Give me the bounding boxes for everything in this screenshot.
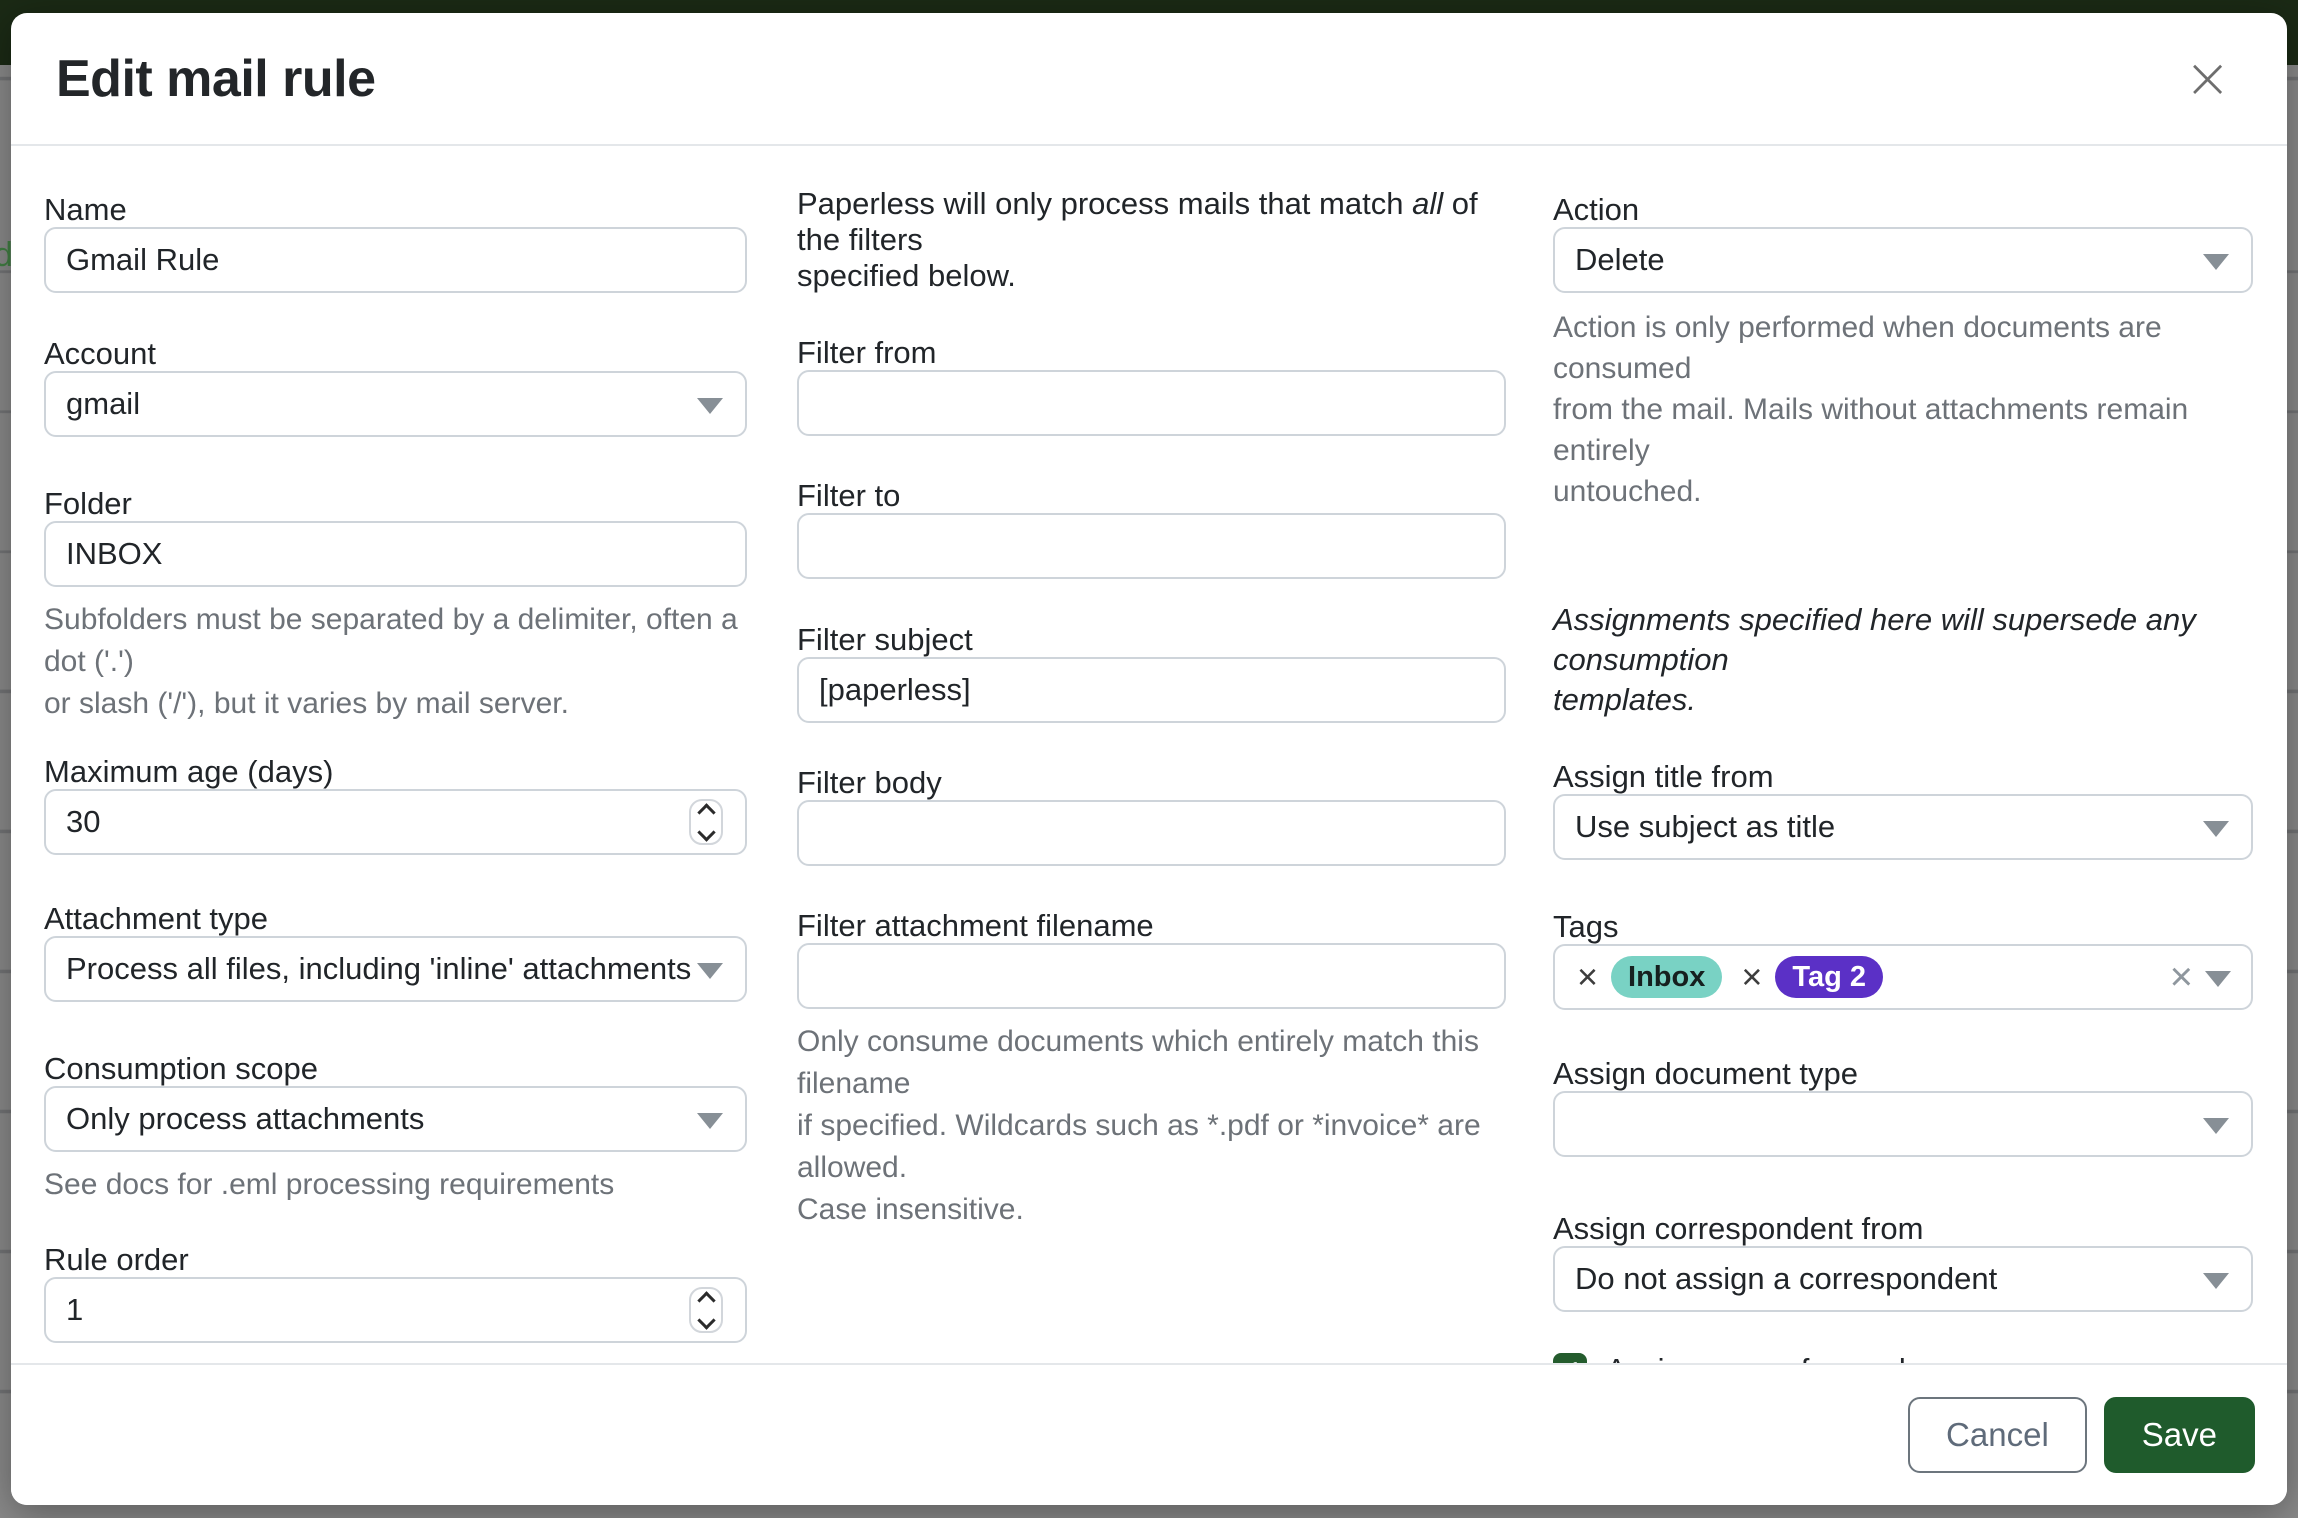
field-folder: Folder Subfolders must be separated by a… xyxy=(44,487,747,725)
close-icon[interactable]: × xyxy=(2174,51,2241,107)
field-max-age: Maximum age (days) xyxy=(44,755,747,855)
save-button[interactable]: Save xyxy=(2104,1397,2255,1473)
chevron-down-icon xyxy=(2203,254,2229,270)
max-age-field xyxy=(44,789,747,855)
cancel-button[interactable]: Cancel xyxy=(1908,1397,2087,1473)
folder-label: Folder xyxy=(44,487,747,521)
chevron-down-icon xyxy=(697,398,723,414)
tag-pill: Tag 2 xyxy=(1775,956,1883,998)
action-help-text: Action is only performed when documents … xyxy=(1553,307,2253,512)
assign-doctype-select[interactable] xyxy=(1553,1091,2253,1157)
action-select[interactable]: Delete xyxy=(1553,227,2253,293)
folder-help-text: Subfolders must be separated by a delimi… xyxy=(44,599,747,725)
filter-to-label: Filter to xyxy=(797,479,1506,513)
action-label: Action xyxy=(1553,193,2253,227)
column-general: Name Account gmail Folder Subfolders mus… xyxy=(44,193,747,1343)
account-select-value: gmail xyxy=(66,386,725,422)
chevron-down-icon xyxy=(697,963,723,979)
stepper-down-icon[interactable] xyxy=(697,1311,715,1329)
filter-from-input[interactable] xyxy=(797,370,1506,436)
filters-intro-text: Paperless will only process mails that m… xyxy=(797,186,1506,294)
assign-doctype-label: Assign document type xyxy=(1553,1057,2253,1091)
filter-from-label: Filter from xyxy=(797,336,1506,370)
consumption-scope-select[interactable]: Only process attachments xyxy=(44,1086,747,1152)
filter-to-input[interactable] xyxy=(797,513,1506,579)
assignments-note-text: Assignments specified here will supersed… xyxy=(1553,600,2253,720)
field-assign-title: Assign title from Use subject as title xyxy=(1553,760,2253,860)
field-filter-filename: Filter attachment filename Only consume … xyxy=(797,909,1506,1231)
account-label: Account xyxy=(44,337,747,371)
attachment-type-label: Attachment type xyxy=(44,902,747,936)
attachment-type-select-value: Process all files, including 'inline' at… xyxy=(66,951,725,987)
field-filter-subject: Filter subject xyxy=(797,623,1506,723)
field-action: Action Delete Action is only performed w… xyxy=(1553,193,2253,512)
rule-order-field xyxy=(44,1277,747,1343)
rule-order-input[interactable] xyxy=(46,1279,745,1341)
assign-correspondent-select[interactable]: Do not assign a correspondent xyxy=(1553,1246,2253,1312)
chevron-down-icon xyxy=(2203,1273,2229,1289)
field-tags: Tags × Inbox × Tag 2 × xyxy=(1553,910,2253,1010)
chevron-down-icon xyxy=(697,1113,723,1129)
assign-title-select[interactable]: Use subject as title xyxy=(1553,794,2253,860)
name-label: Name xyxy=(44,193,747,227)
edit-mail-rule-dialog: Edit mail rule × Name Account gmail Fold… xyxy=(11,13,2287,1505)
remove-tag-icon[interactable]: × xyxy=(1741,959,1762,995)
tag-pill: Inbox xyxy=(1611,956,1722,998)
chevron-down-icon xyxy=(2203,821,2229,837)
filter-subject-label: Filter subject xyxy=(797,623,1506,657)
max-age-label: Maximum age (days) xyxy=(44,755,747,789)
chevron-down-icon xyxy=(2205,971,2231,987)
assign-correspondent-select-value: Do not assign a correspondent xyxy=(1575,1261,2231,1297)
field-name: Name xyxy=(44,193,747,293)
column-actions: Action Delete Action is only performed w… xyxy=(1553,193,2253,1388)
dialog-header: Edit mail rule × xyxy=(11,13,2287,146)
assign-correspondent-label: Assign correspondent from xyxy=(1553,1212,2253,1246)
filter-filename-input[interactable] xyxy=(797,943,1506,1009)
account-select[interactable]: gmail xyxy=(44,371,747,437)
field-consumption-scope: Consumption scope Only process attachmen… xyxy=(44,1052,747,1206)
stepper-up-icon[interactable] xyxy=(697,803,715,821)
field-account: Account gmail xyxy=(44,337,747,437)
column-filters: Paperless will only process mails that m… xyxy=(797,186,1506,1231)
tags-multiselect[interactable]: × Inbox × Tag 2 × xyxy=(1553,944,2253,1010)
max-age-stepper[interactable] xyxy=(689,799,723,845)
tag-item: × Tag 2 xyxy=(1741,956,1883,998)
consumption-scope-label: Consumption scope xyxy=(44,1052,747,1086)
field-rule-order: Rule order xyxy=(44,1243,747,1343)
filter-body-input[interactable] xyxy=(797,800,1506,866)
action-select-value: Delete xyxy=(1575,242,2231,278)
rule-order-label: Rule order xyxy=(44,1243,747,1277)
attachment-type-select[interactable]: Process all files, including 'inline' at… xyxy=(44,936,747,1002)
filter-subject-input[interactable] xyxy=(797,657,1506,723)
filter-filename-help-text: Only consume documents which entirely ma… xyxy=(797,1021,1506,1231)
field-filter-body: Filter body xyxy=(797,766,1506,866)
dialog-title: Edit mail rule xyxy=(56,49,376,109)
max-age-input[interactable] xyxy=(46,791,745,853)
chevron-down-icon xyxy=(2203,1118,2229,1134)
filter-filename-label: Filter attachment filename xyxy=(797,909,1506,943)
field-assign-doctype: Assign document type xyxy=(1553,1057,2253,1157)
tag-item: × Inbox xyxy=(1577,956,1722,998)
consumption-scope-help-text: See docs for .eml processing requirement… xyxy=(44,1164,747,1206)
stepper-up-icon[interactable] xyxy=(697,1291,715,1309)
folder-input[interactable] xyxy=(44,521,747,587)
filter-body-label: Filter body xyxy=(797,766,1506,800)
field-filter-to: Filter to xyxy=(797,479,1506,579)
rule-order-stepper[interactable] xyxy=(689,1287,723,1333)
assign-title-label: Assign title from xyxy=(1553,760,2253,794)
field-attachment-type: Attachment type Process all files, inclu… xyxy=(44,902,747,1002)
intro-emphasis: all xyxy=(1412,186,1443,221)
field-assign-correspondent: Assign correspondent from Do not assign … xyxy=(1553,1212,2253,1312)
dialog-footer: Cancel Save xyxy=(11,1363,2287,1505)
remove-tag-icon[interactable]: × xyxy=(1577,959,1598,995)
field-filter-from: Filter from xyxy=(797,336,1506,436)
name-input[interactable] xyxy=(44,227,747,293)
assign-title-select-value: Use subject as title xyxy=(1575,809,2231,845)
tags-label: Tags xyxy=(1553,910,2253,944)
clear-tags-icon[interactable]: × xyxy=(2170,957,2193,997)
stepper-down-icon[interactable] xyxy=(697,823,715,841)
consumption-scope-select-value: Only process attachments xyxy=(66,1101,725,1137)
